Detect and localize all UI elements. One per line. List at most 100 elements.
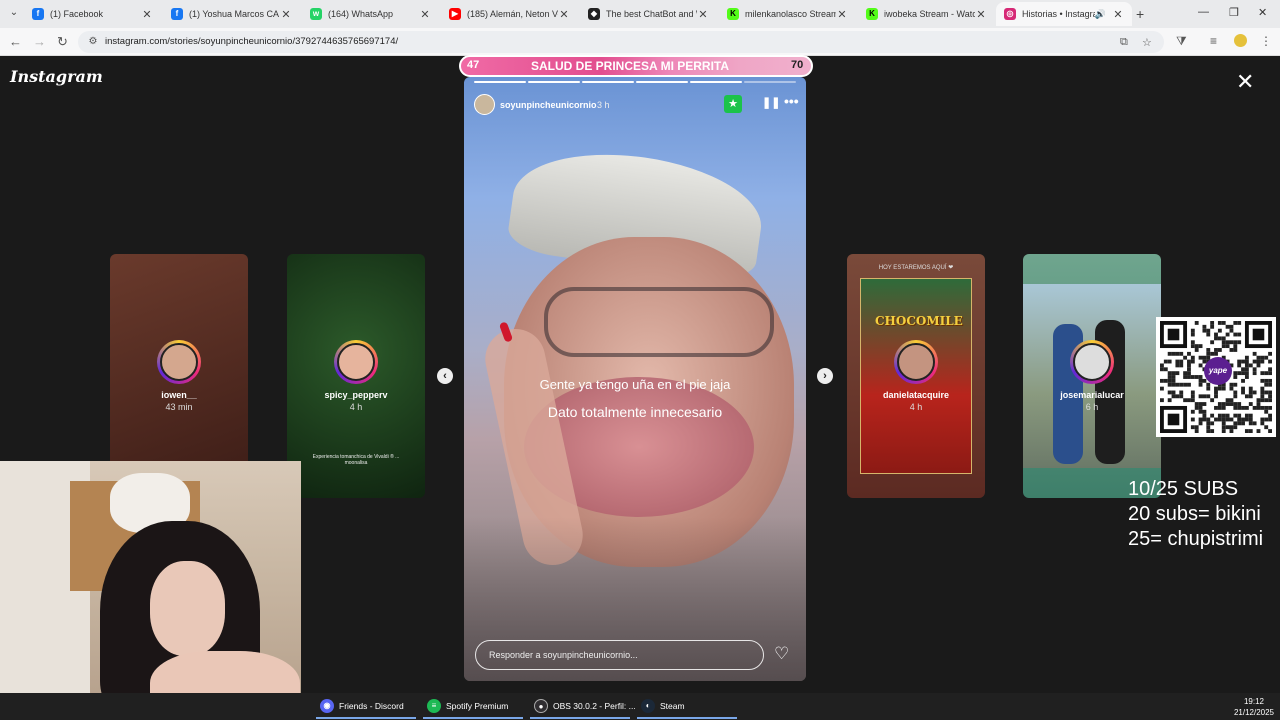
tab-close-icon[interactable]: ✕ xyxy=(419,8,431,21)
alert-left-number: 47 xyxy=(467,59,480,71)
story-avatar xyxy=(894,340,938,384)
tab-close-icon[interactable]: ✕ xyxy=(141,8,153,21)
subs-line: 10/25 SUBS xyxy=(1128,478,1239,500)
tab-whatsapp[interactable]: w (164) WhatsApp ✕ xyxy=(302,2,439,26)
pause-icon[interactable]: ❚❚ xyxy=(762,96,780,109)
tab-chatbot[interactable]: ◆ The best ChatBot and Wi ✕ xyxy=(580,2,717,26)
progress-segment xyxy=(528,81,580,83)
facebook-icon: f xyxy=(32,8,44,20)
progress-segment xyxy=(690,81,742,83)
next-story-icon[interactable]: › xyxy=(817,368,833,384)
story-avatar xyxy=(1070,340,1114,384)
url-field[interactable]: ⚙ instagram.com/stories/soyunpincheunico… xyxy=(78,31,1164,53)
story-avatar xyxy=(334,340,378,384)
tab-title: (1) Facebook xyxy=(50,9,104,19)
taskbar-obs[interactable]: ● OBS 30.0.2 - Perfil: ... xyxy=(534,699,636,713)
discord-icon: ◉ xyxy=(320,699,334,713)
story-caption: Experiencia tomanchica de Vivaldi ® ... … xyxy=(312,454,400,466)
tab-bar: ⌄ f (1) Facebook ✕ f (1) Yoshua Marcos C… xyxy=(0,0,1280,28)
tab-facebook[interactable]: f (1) Facebook ✕ xyxy=(24,2,161,26)
tab-close-icon[interactable]: ✕ xyxy=(558,8,570,21)
story-time: 6 h xyxy=(1085,402,1099,412)
close-viewer-icon[interactable]: ✕ xyxy=(1236,71,1254,93)
story-user-avatar[interactable] xyxy=(474,94,495,115)
system-clock[interactable]: 19:12 21/12/2025 xyxy=(1232,696,1276,718)
active-app-indicator xyxy=(637,717,737,719)
taskbar-spotify[interactable]: ≡ Spotify Premium xyxy=(427,699,508,713)
story-preview-josemarialucar[interactable]: josemarialucar 6 h xyxy=(1023,254,1161,498)
tab-search-icon[interactable]: ⌄ xyxy=(6,5,22,21)
more-options-icon[interactable]: ••• xyxy=(784,93,799,109)
story-text-line1: Gente ya tengo uña en el pie jaja xyxy=(539,377,731,392)
site-info-icon[interactable]: ⚙ xyxy=(86,35,100,49)
profile-avatar[interactable] xyxy=(1234,34,1247,47)
kick-icon: K xyxy=(866,8,878,20)
restore-icon[interactable]: ❐ xyxy=(1229,6,1239,19)
url-text[interactable]: instagram.com/stories/soyunpincheunicorn… xyxy=(105,36,398,47)
instagram-icon: ◎ xyxy=(1004,8,1016,20)
clock-date: 21/12/2025 xyxy=(1233,708,1275,717)
progress-segment xyxy=(582,81,634,83)
minimize-icon[interactable]: — xyxy=(1198,6,1209,18)
obs-icon: ● xyxy=(534,699,548,713)
taskbar-discord[interactable]: ◉ Friends - Discord xyxy=(320,699,404,713)
poster-top-text: HOY ESTAREMOS AQUÍ ❤ xyxy=(878,265,954,271)
tab-close-icon[interactable]: ✕ xyxy=(975,8,987,21)
browser-menu-icon[interactable]: ⋮ xyxy=(1260,34,1272,48)
poster-title: CHOCOMILE xyxy=(875,314,963,328)
story-username: spicy_pepperv xyxy=(324,390,388,400)
taskbar-label: Spotify Premium xyxy=(446,701,509,711)
clock-time: 19:12 xyxy=(1243,697,1265,706)
steam-icon: ◐ xyxy=(641,699,655,713)
tab-close-icon[interactable]: ✕ xyxy=(280,8,292,21)
previous-story-icon[interactable]: ‹ xyxy=(437,368,453,384)
like-heart-icon[interactable]: ♡ xyxy=(774,644,789,664)
chatbot-icon: ◆ xyxy=(588,8,600,20)
youtube-icon: ▶ xyxy=(449,8,461,20)
tab-title: iwobeka Stream - Watch xyxy=(884,9,975,19)
window-close-icon[interactable]: ✕ xyxy=(1258,6,1267,19)
extensions-icon[interactable]: ⧩ xyxy=(1176,34,1187,49)
story-username: danielatacquire xyxy=(882,390,950,400)
stream-alert-bar: 47 SALUD DE PRINCESA MI PERRITA 70 xyxy=(459,55,813,77)
bookmark-star-icon[interactable]: ☆ xyxy=(1142,36,1152,49)
tab-title: (185) Alemán, Neton Veg xyxy=(467,9,558,19)
story-username[interactable]: soyunpincheunicornio xyxy=(500,100,597,110)
tab-title: (1) Yoshua Marcos CA | Fa xyxy=(189,9,280,19)
address-bar: ← → ↻ ⚙ instagram.com/stories/soyunpinch… xyxy=(0,28,1280,56)
reply-input[interactable]: Responder a soyunpincheunicornio... xyxy=(475,640,764,670)
tab-close-icon[interactable]: ✕ xyxy=(836,8,848,21)
tab-close-icon[interactable]: ✕ xyxy=(1112,8,1124,21)
progress-segment xyxy=(744,81,796,83)
reading-list-icon[interactable]: ≡ xyxy=(1210,34,1217,48)
tab-youtube[interactable]: ▶ (185) Alemán, Neton Veg ✕ xyxy=(441,2,578,26)
story-preview-spicy-pepperv[interactable]: spicy_pepperv 4 h Experiencia tomanchica… xyxy=(287,254,425,498)
subs-line: 20 subs= bikini xyxy=(1128,503,1261,525)
story-username: iowen__ xyxy=(161,390,197,400)
photo-glasses xyxy=(544,287,774,357)
tab-title: The best ChatBot and Wi xyxy=(606,9,697,19)
tab-facebook-profile[interactable]: f (1) Yoshua Marcos CA | Fa ✕ xyxy=(163,2,300,26)
close-friends-star-icon: ★ xyxy=(724,95,742,113)
back-icon[interactable]: ← xyxy=(9,34,22,49)
install-app-icon[interactable]: ⧉ xyxy=(1120,36,1128,49)
new-tab-button[interactable]: + xyxy=(1136,6,1144,22)
kick-icon: K xyxy=(727,8,739,20)
taskbar-steam[interactable]: ◐ Steam xyxy=(641,699,685,713)
subs-line: 25= chupistrimi xyxy=(1128,528,1264,550)
tab-close-icon[interactable]: ✕ xyxy=(697,8,709,21)
tab-kick-iwobeka[interactable]: K iwobeka Stream - Watch ✕ xyxy=(858,2,995,26)
forward-icon[interactable]: → xyxy=(33,34,46,49)
subs-goal-text: 10/25 SUBS 20 subs= bikini 25= chupistri… xyxy=(1128,477,1280,552)
instagram-logo[interactable]: Instagram xyxy=(10,67,103,86)
taskbar-label: OBS 30.0.2 - Perfil: ... xyxy=(553,701,636,711)
story-preview-danielatacquire[interactable]: HOY ESTAREMOS AQUÍ ❤ CHOCOMILE danielata… xyxy=(847,254,985,498)
tab-kick-milenka[interactable]: K milenkanolasco Stream - ✕ xyxy=(719,2,856,26)
tab-instagram[interactable]: ◎ Historias • Instagram 🔊 ✕ xyxy=(996,2,1132,26)
story-progress xyxy=(474,81,796,83)
taskbar-label: Friends - Discord xyxy=(339,701,404,711)
reload-icon[interactable]: ↻ xyxy=(57,34,68,50)
speaker-icon[interactable]: 🔊 xyxy=(1095,9,1106,20)
active-story[interactable]: soyunpincheunicornio 3 h ★ ❚❚ ••• Gente … xyxy=(464,77,806,681)
yape-logo: yape xyxy=(1204,357,1232,385)
